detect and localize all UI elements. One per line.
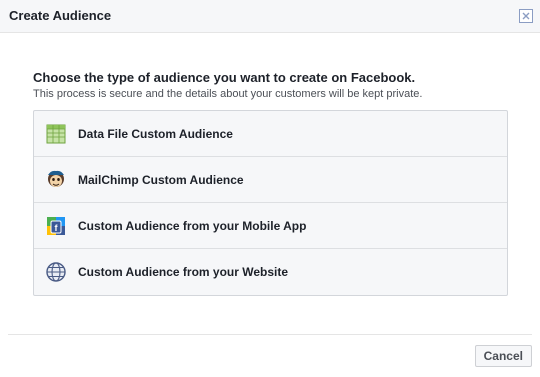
option-label: Custom Audience from your Mobile App — [78, 218, 307, 233]
dialog-intro: Choose the type of audience you want to … — [33, 70, 508, 101]
close-button[interactable] — [519, 9, 533, 23]
option-data-file-custom-audience[interactable]: Data File Custom Audience — [34, 111, 507, 157]
audience-type-list: Data File Custom Audience MailChimp Cust… — [33, 110, 508, 296]
mailchimp-icon — [45, 169, 67, 191]
option-label: Data File Custom Audience — [78, 126, 233, 141]
footer-divider — [8, 334, 532, 335]
option-mobile-app-custom-audience[interactable]: f Custom Audience from your Mobile App — [34, 203, 507, 249]
option-label: MailChimp Custom Audience — [78, 172, 244, 187]
dialog-title: Create Audience — [9, 8, 112, 23]
dialog-header: Create Audience — [0, 0, 540, 33]
create-audience-dialog: Create Audience Choose the type of audie… — [0, 0, 540, 377]
spreadsheet-icon — [45, 123, 67, 145]
intro-heading: Choose the type of audience you want to … — [33, 70, 416, 85]
mobile-app-icon: f — [45, 215, 67, 237]
option-website-custom-audience[interactable]: Custom Audience from your Website — [34, 249, 507, 295]
close-icon — [522, 12, 530, 20]
option-mailchimp-custom-audience[interactable]: MailChimp Custom Audience — [34, 157, 507, 203]
globe-icon — [45, 261, 67, 283]
option-label: Custom Audience from your Website — [78, 265, 289, 279]
cancel-button[interactable]: Cancel — [474, 345, 532, 367]
intro-subtext: This process is secure and the details a… — [33, 88, 423, 100]
